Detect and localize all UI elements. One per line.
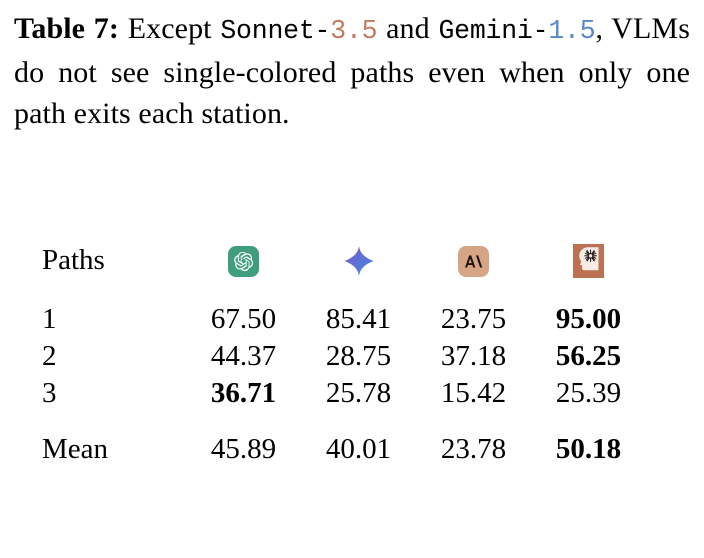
summary-cell-human: 50.18 bbox=[555, 433, 622, 465]
header-col-openai bbox=[186, 232, 301, 289]
table-caption: Table 7: Except Sonnet-3.5 and Gemini-1.… bbox=[14, 8, 690, 134]
table-spacer bbox=[38, 292, 646, 301]
cell-openai: 67.50 bbox=[210, 303, 277, 335]
caption-text-1: Except bbox=[127, 12, 212, 45]
anthropic-logo-icon bbox=[458, 246, 489, 278]
header-col-anthropic bbox=[416, 232, 531, 289]
summary-cell-openai: 45.89 bbox=[210, 433, 277, 465]
header-col-human bbox=[531, 232, 646, 289]
cell-anthropic: 15.42 bbox=[440, 377, 507, 409]
table-row: 3 36.71 25.78 15.42 25.39 bbox=[38, 375, 646, 412]
cell-openai: 36.71 bbox=[210, 377, 277, 409]
cell-openai: 44.37 bbox=[210, 340, 277, 372]
results-table-wrapper: Paths 1 67.50 85.41 23.75 95.00 2 44.37 … bbox=[38, 228, 646, 482]
header-col-gemini bbox=[301, 232, 416, 289]
summary-cell-anthropic: 23.78 bbox=[440, 433, 507, 465]
table-row: 1 67.50 85.41 23.75 95.00 bbox=[38, 301, 646, 338]
row-label: 3 bbox=[42, 377, 57, 409]
table-header-row: Paths bbox=[38, 232, 646, 289]
openai-logo-icon bbox=[228, 246, 259, 278]
summary-cell-gemini: 40.01 bbox=[325, 433, 392, 465]
cell-human: 56.25 bbox=[555, 340, 622, 372]
gemini-sparkle-icon bbox=[342, 244, 376, 278]
caption-model-sonnet-version: 3.5 bbox=[330, 16, 378, 46]
cell-gemini: 85.41 bbox=[325, 303, 392, 335]
row-label: 2 bbox=[42, 340, 57, 372]
results-table: Paths 1 67.50 85.41 23.75 95.00 2 44.37 … bbox=[38, 228, 646, 482]
caption-label: Table 7: bbox=[14, 12, 119, 45]
caption-model-sonnet-name: Sonnet- bbox=[220, 16, 331, 46]
cell-anthropic: 37.18 bbox=[440, 340, 507, 372]
caption-text-2: and bbox=[386, 12, 430, 45]
cell-gemini: 28.75 bbox=[325, 340, 392, 372]
caption-model-gemini-name: Gemini- bbox=[438, 16, 549, 46]
table-rule-bottom bbox=[38, 478, 646, 482]
cell-anthropic: 23.75 bbox=[440, 303, 507, 335]
human-head-icon bbox=[573, 244, 604, 279]
cell-human: 95.00 bbox=[555, 303, 622, 335]
table-row: 2 44.37 28.75 37.18 56.25 bbox=[38, 338, 646, 375]
table-figure-page: Table 7: Except Sonnet-3.5 and Gemini-1.… bbox=[0, 0, 704, 558]
caption-model-gemini-version: 1.5 bbox=[548, 16, 596, 46]
summary-label: Mean bbox=[42, 433, 109, 465]
cell-gemini: 25.78 bbox=[325, 377, 392, 409]
row-label: 1 bbox=[42, 303, 57, 335]
header-paths-label: Paths bbox=[42, 244, 105, 276]
cell-human: 25.39 bbox=[555, 377, 622, 409]
table-summary-row: Mean 45.89 40.01 23.78 50.18 bbox=[38, 421, 646, 478]
